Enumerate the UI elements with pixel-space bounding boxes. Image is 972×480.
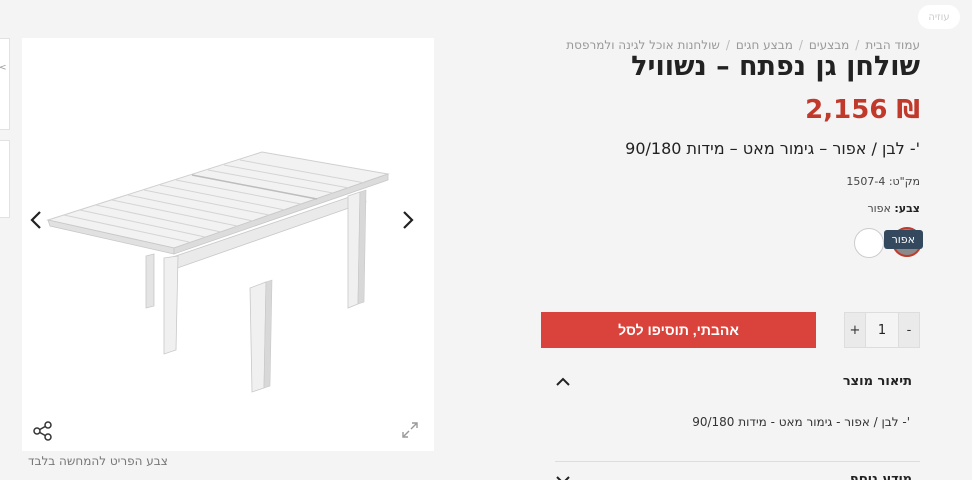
breadcrumb-separator: /: [798, 38, 803, 52]
color-value: אפור: [867, 202, 891, 215]
product-title: שולחן גן נפתח – נשוויל: [631, 51, 920, 82]
thumbnail-partial[interactable]: <: [0, 38, 10, 130]
product-price: ₪ 2,156: [805, 95, 920, 125]
chevron-up-icon: [556, 377, 570, 386]
swatch-tooltip: אפור: [883, 230, 923, 249]
site-logo[interactable]: עוזיה: [918, 5, 960, 29]
chevron-right-icon: [403, 211, 414, 229]
accordion-description-text: '- לבן / אפור - גימור מאט - מידות 90/180: [692, 415, 910, 429]
product-gallery: [22, 38, 434, 451]
quantity-value[interactable]: 1: [865, 313, 899, 347]
breadcrumb-home[interactable]: עמוד הבית: [865, 38, 920, 52]
accordion-more-info-header[interactable]: מידע נוסף: [555, 469, 912, 480]
chevron-left-icon: [30, 211, 41, 229]
gallery-note: צבע הפריט להמחשה בלבד: [28, 454, 168, 468]
accordion-description-header[interactable]: תיאור מוצר: [555, 366, 912, 396]
gallery-next-button[interactable]: [396, 206, 420, 234]
breadcrumb-separator: /: [725, 38, 730, 52]
breadcrumb-sales[interactable]: מבצעים: [809, 38, 849, 52]
color-label: צבע:: [894, 202, 920, 215]
accordion-description-title: תיאור מוצר: [842, 373, 912, 389]
breadcrumb: עמוד הבית / מבצעים / מבצע חגים / שולחנות אוכל …: [566, 38, 920, 52]
divider: [555, 461, 920, 462]
breadcrumb-category[interactable]: שולחנות אוכל לגינה ולמרפסת: [566, 38, 720, 52]
breadcrumb-separator: /: [855, 38, 860, 52]
product-sku: מק"ט: 1507-4: [846, 175, 920, 188]
chevron-left-icon: <: [0, 63, 7, 73]
expand-icon[interactable]: [402, 422, 418, 438]
accordion-more-info-title: מידע נוסף: [849, 471, 912, 480]
quantity-stepper: + 1 -: [844, 312, 920, 348]
share-icon[interactable]: [32, 420, 54, 442]
quantity-plus-button[interactable]: +: [845, 313, 865, 347]
gallery-prev-button[interactable]: [24, 206, 48, 234]
add-to-cart-button[interactable]: אהבתי, תוסיפו לסל: [541, 312, 816, 348]
color-selection-label: צבע: אפור: [867, 202, 920, 215]
breadcrumb-holiday-sale[interactable]: מבצע חגים: [736, 38, 793, 52]
product-page: < צבע הפריט להמחשה בלבד עוזיה עמוד הבית/…: [0, 0, 972, 480]
product-image: [46, 151, 390, 393]
swatch-white[interactable]: [854, 228, 884, 258]
product-subtitle: '- לבן / אפור – גימור מאט – מידות 90/180: [625, 139, 920, 158]
thumbnail-partial[interactable]: [0, 140, 10, 218]
chevron-down-icon: [556, 476, 570, 480]
quantity-minus-button[interactable]: -: [899, 313, 919, 347]
